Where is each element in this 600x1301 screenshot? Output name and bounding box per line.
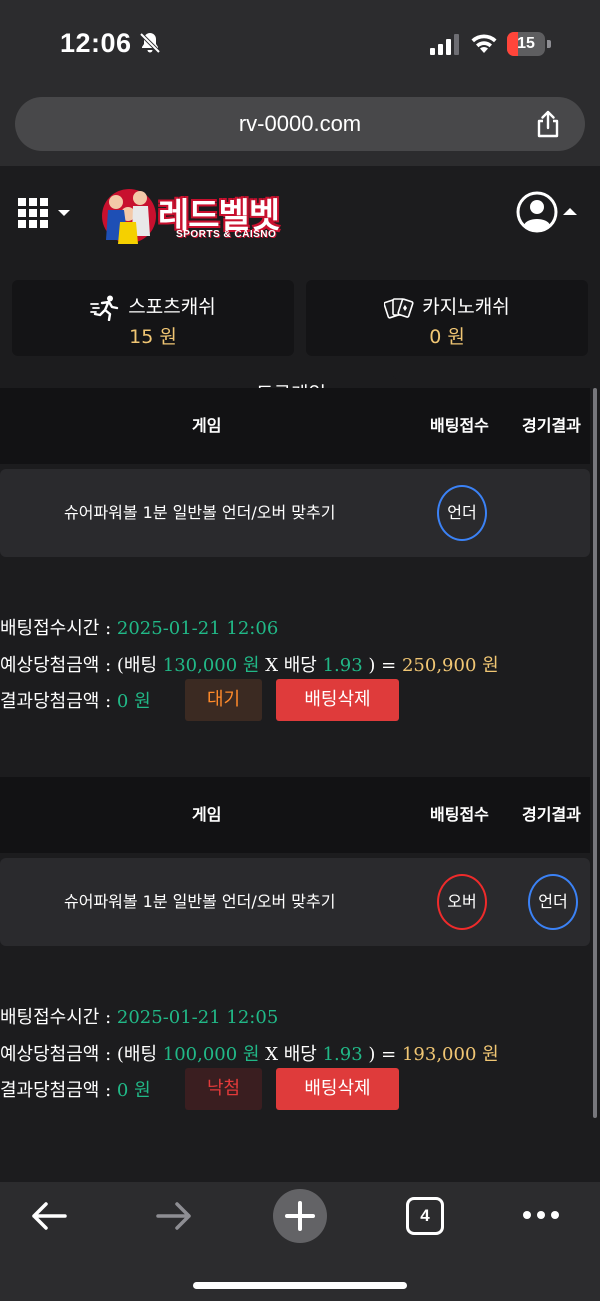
casino-cash-label: 카지노캐쉬	[422, 296, 510, 318]
sports-cash-label: 스포츠캐쉬	[128, 296, 216, 318]
bet-pick-badge: 오버	[437, 874, 487, 930]
bet-table-header: 게임 배팅접수 경기결과	[0, 388, 590, 464]
status-time: 12:06	[60, 28, 132, 58]
header-game: 게임	[192, 805, 222, 824]
game-name: 슈어파워볼 1분 일반볼 언더/오버 맞추기	[64, 892, 336, 911]
header-bet: 배팅접수	[430, 805, 489, 824]
sports-cash-card[interactable]: 스포츠캐쉬 15 원	[12, 280, 294, 356]
logo-figures-icon	[102, 189, 156, 244]
expected-amount: 193,000 원	[401, 1044, 499, 1065]
delete-bet-button[interactable]: 배팅삭제	[276, 1068, 399, 1110]
user-account-icon[interactable]	[515, 190, 579, 234]
site-logo[interactable]: 레드벨벳 SPORTS & CAISNO	[100, 184, 290, 248]
bet-odds: 1.93	[322, 655, 363, 676]
back-arrow-icon[interactable]	[30, 1200, 68, 1232]
status-bar: 12:06 15	[0, 0, 600, 90]
header-game: 게임	[192, 416, 222, 435]
status-lost-button[interactable]: 낙첨	[185, 1068, 262, 1110]
expected-win-line: 예상당첨금액 : (배팅 100,000 원 X 배당 1.93 ) = 193…	[0, 1044, 499, 1065]
battery-percent: 15	[517, 35, 535, 52]
wifi-icon	[471, 34, 497, 53]
bet-pick-badge: 언더	[437, 485, 487, 541]
result-win-line: 결과당첨금액 : 0 원	[0, 691, 151, 712]
silent-mode-icon	[139, 32, 161, 54]
game-name: 슈어파워볼 1분 일반볼 언더/오버 맞추기	[64, 503, 336, 522]
site-header: 레드벨벳 SPORTS & CAISNO	[0, 166, 600, 266]
browser-address-area: rv-0000.com	[0, 90, 600, 166]
bet-odds: 1.93	[322, 1044, 363, 1065]
forward-arrow-icon[interactable]	[155, 1200, 193, 1232]
status-waiting-button[interactable]: 대기	[185, 679, 262, 721]
cellular-signal-icon	[430, 34, 459, 55]
page-scrollbar[interactable]	[593, 388, 597, 1118]
delete-bet-button[interactable]: 배팅삭제	[276, 679, 399, 721]
bet-table-header: 게임 배팅접수 경기결과	[0, 777, 590, 853]
header-result: 경기결과	[522, 805, 581, 824]
casino-cash-amount: 0 원	[429, 326, 465, 348]
running-person-icon	[90, 295, 119, 321]
bet-stake: 100,000 원	[162, 1044, 260, 1065]
bet-time-line: 배팅접수시간 : 2025-01-21 12:05	[0, 1007, 279, 1028]
casino-cash-card[interactable]: 카지노캐쉬 0 원	[306, 280, 588, 356]
url-text: rv-0000.com	[238, 111, 362, 136]
expected-win-line: 예상당첨금액 : (배팅 130,000 원 X 배당 1.93 ) = 250…	[0, 655, 499, 676]
bet-row: 슈어파워볼 1분 일반볼 언더/오버 맞추기 오버 언더	[0, 858, 590, 946]
new-tab-plus-icon[interactable]	[272, 1188, 328, 1244]
result-amount: 0 원	[116, 691, 151, 712]
bet-time: 2025-01-21 12:06	[116, 618, 279, 639]
result-win-line: 결과당첨금액 : 0 원	[0, 1080, 151, 1101]
sports-cash-amount: 15 원	[129, 326, 177, 348]
address-bar[interactable]: rv-0000.com	[15, 97, 585, 151]
playing-cards-icon	[384, 297, 414, 319]
expected-amount: 250,900 원	[401, 655, 499, 676]
bet-stake: 130,000 원	[162, 655, 260, 676]
logo-subtitle: SPORTS & CAISNO	[176, 229, 277, 240]
bet-time-line: 배팅접수시간 : 2025-01-21 12:06	[0, 618, 279, 639]
bet-row: 슈어파워볼 1분 일반볼 언더/오버 맞추기 언더	[0, 469, 590, 557]
game-result-badge: 언더	[528, 874, 578, 930]
home-indicator[interactable]	[193, 1282, 407, 1289]
tabs-count-button[interactable]: 4	[406, 1197, 444, 1235]
bet-time: 2025-01-21 12:05	[116, 1007, 279, 1028]
header-result: 경기결과	[522, 416, 581, 435]
battery-icon: 15	[507, 32, 551, 56]
result-amount: 0 원	[116, 1080, 151, 1101]
more-dots-icon[interactable]	[522, 1210, 560, 1220]
menu-grid-icon[interactable]	[18, 198, 72, 230]
share-icon[interactable]	[533, 109, 563, 139]
header-bet: 배팅접수	[430, 416, 489, 435]
